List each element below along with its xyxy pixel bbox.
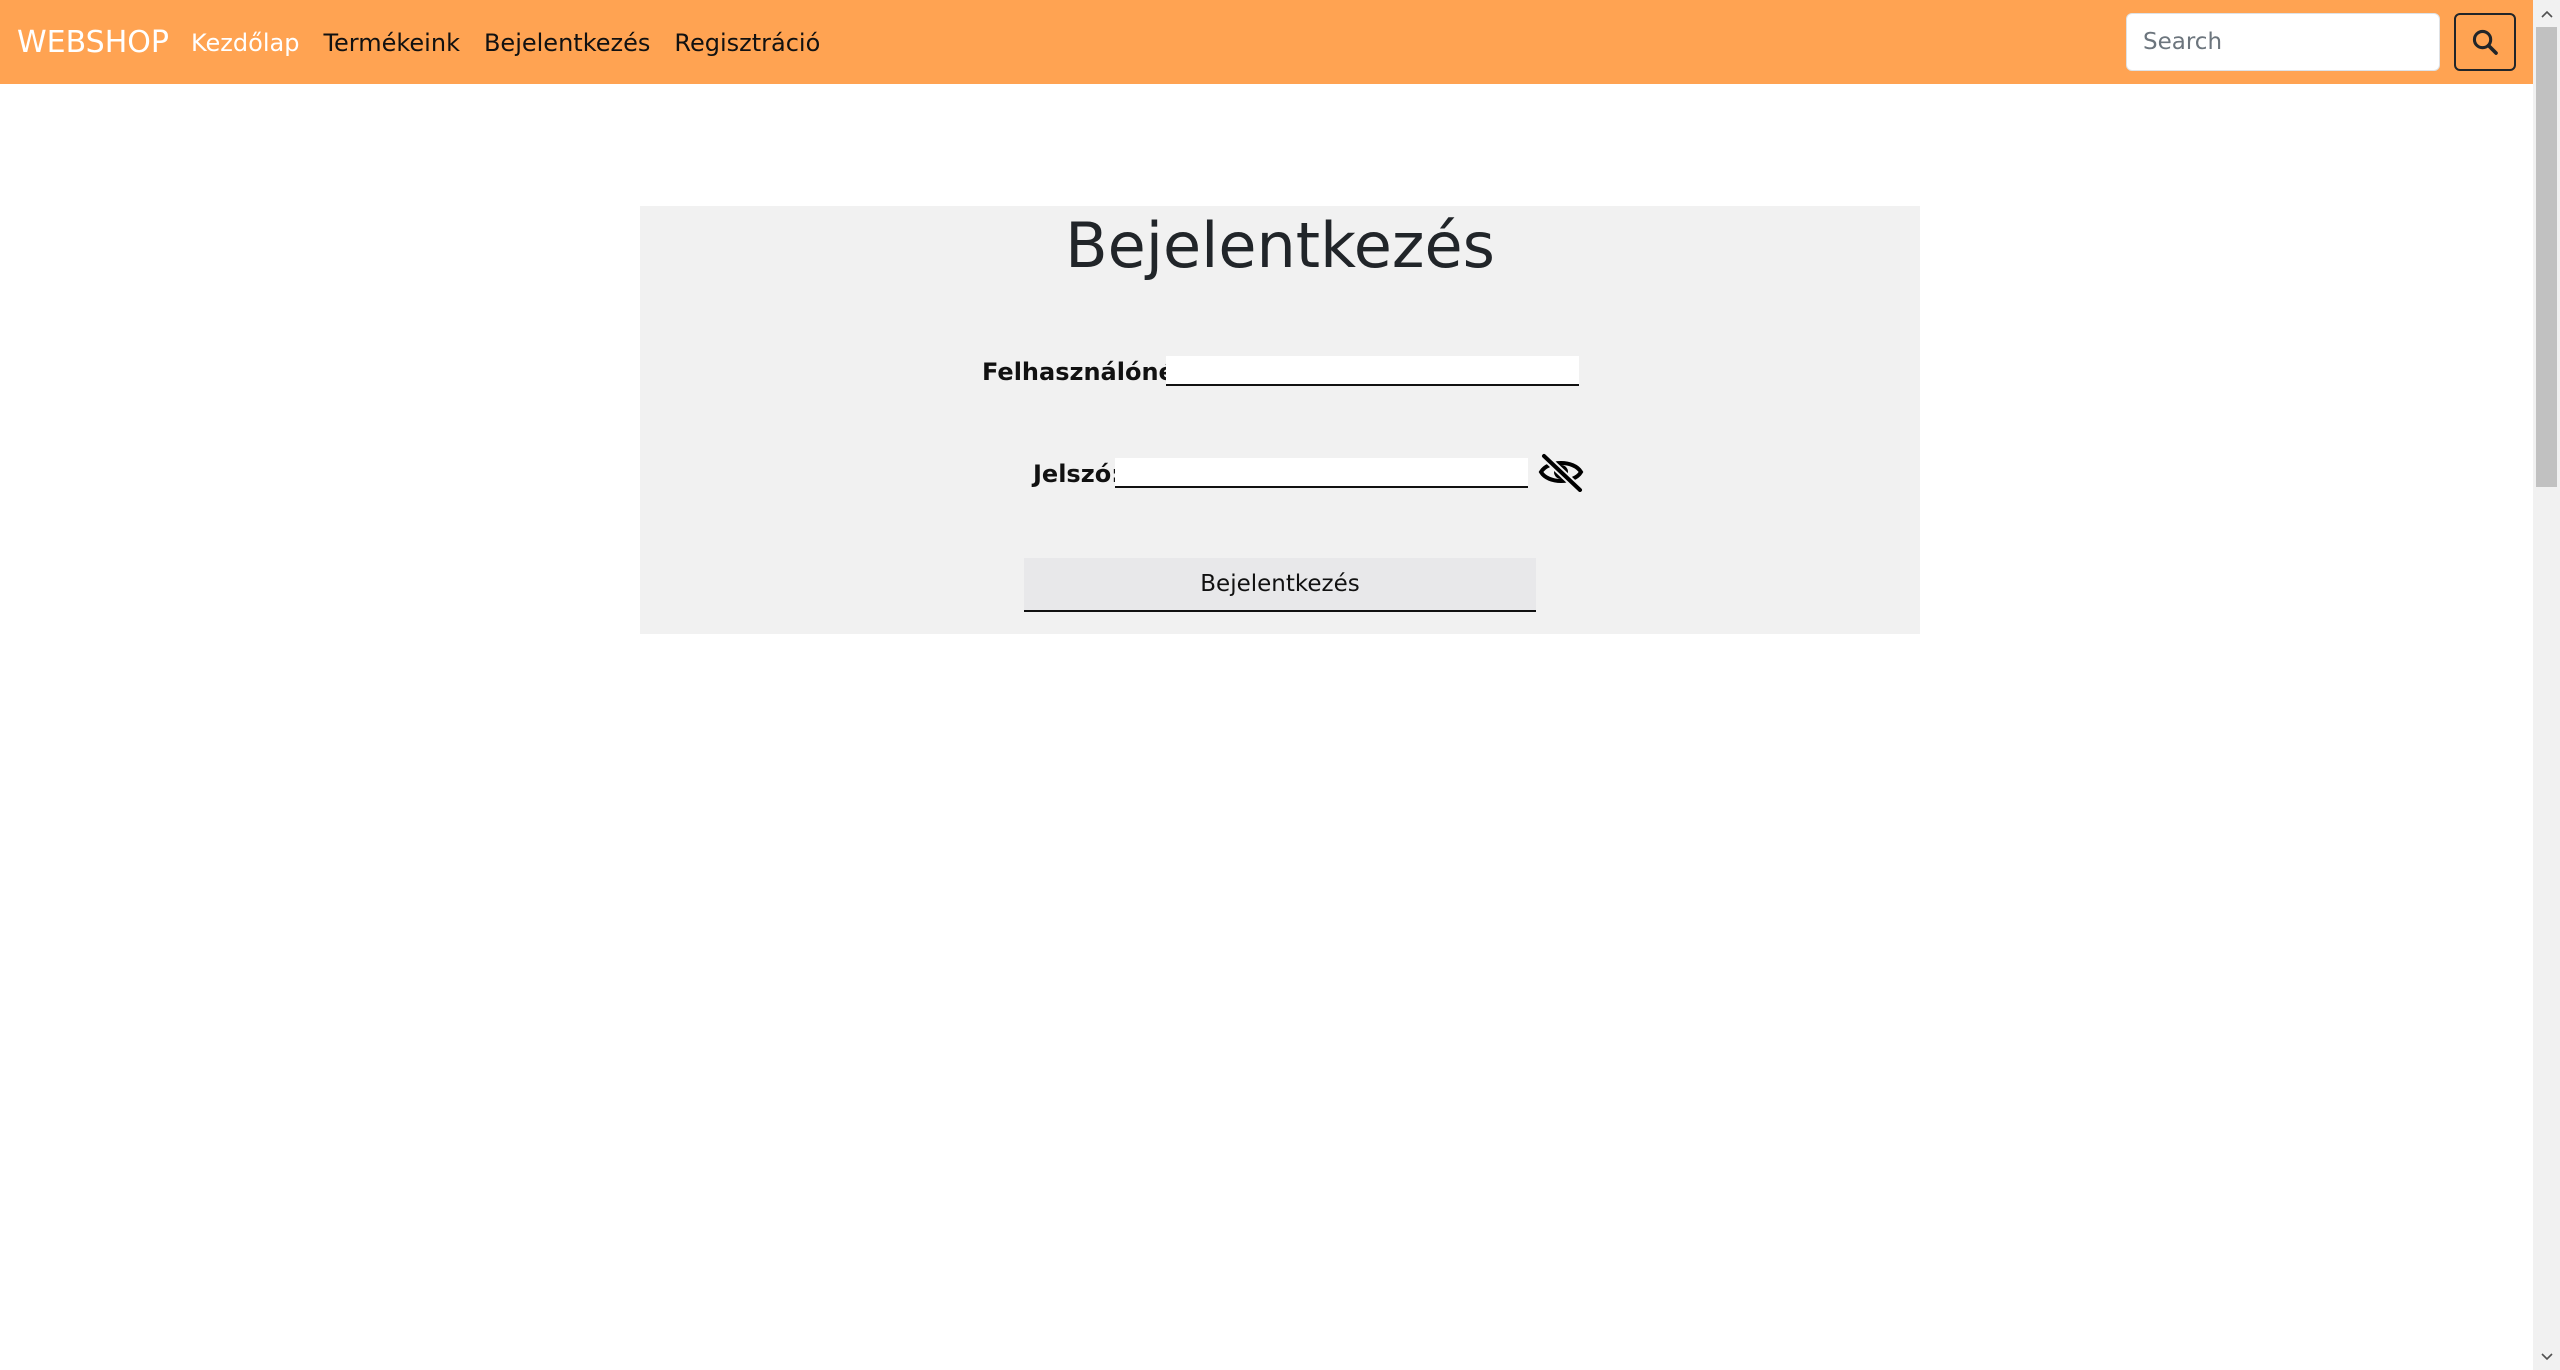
- search-icon: [2472, 29, 2498, 55]
- navbar: WEBSHOP Kezdőlap Termékeink Bejelentkezé…: [0, 0, 2533, 84]
- password-field[interactable]: [1115, 458, 1528, 488]
- nav-link-termekeink[interactable]: Termékeink: [323, 27, 460, 59]
- nav-link-bejelentkezes[interactable]: Bejelentkezés: [484, 27, 650, 59]
- vertical-scrollbar[interactable]: [2533, 0, 2560, 1370]
- brand-logo[interactable]: WEBSHOP: [17, 25, 169, 61]
- username-field[interactable]: [1166, 356, 1579, 386]
- password-label: Jelszó:: [1033, 460, 1121, 488]
- page: WEBSHOP Kezdőlap Termékeink Bejelentkezé…: [0, 0, 2560, 1370]
- login-card: Bejelentkezés Felhasználónév: Jelszó: Be…: [640, 206, 1920, 634]
- nav-link-kezdolap[interactable]: Kezdőlap: [191, 27, 299, 59]
- search-input[interactable]: [2126, 13, 2440, 71]
- login-title: Bejelentkezés: [1065, 209, 1495, 282]
- nav-link-regisztracio[interactable]: Regisztráció: [674, 27, 820, 59]
- scroll-down-arrow-icon[interactable]: [2533, 1343, 2560, 1370]
- scroll-thumb[interactable]: [2536, 27, 2557, 487]
- search-button[interactable]: [2454, 13, 2516, 71]
- nav-links: Kezdőlap Termékeink Bejelentkezés Regisz…: [191, 27, 844, 59]
- scroll-up-arrow-icon[interactable]: [2533, 0, 2560, 27]
- login-submit-button[interactable]: Bejelentkezés: [1024, 558, 1536, 612]
- eye-slash-icon[interactable]: [1537, 452, 1585, 492]
